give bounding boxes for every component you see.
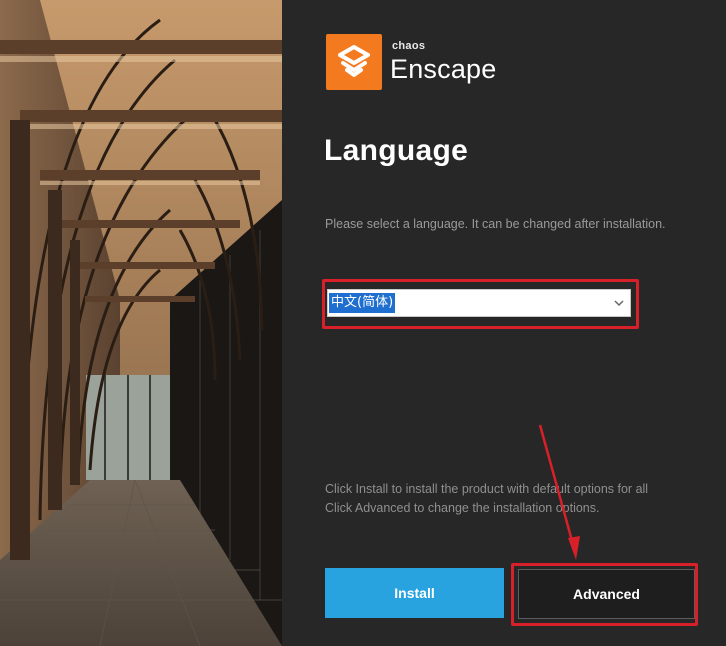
product-name: Enscape bbox=[390, 54, 497, 84]
install-button[interactable]: Install bbox=[325, 568, 504, 618]
hero-image bbox=[0, 0, 282, 646]
company-name: chaos bbox=[392, 40, 426, 52]
chevron-down-icon[interactable] bbox=[612, 296, 626, 310]
install-info-line1: Click Install to install the product wit… bbox=[325, 482, 649, 496]
install-info: Click Install to install the product wit… bbox=[325, 480, 726, 518]
install-info-line2: Click Advanced to change the installatio… bbox=[325, 501, 600, 515]
enscape-logo-icon bbox=[326, 34, 382, 90]
brand-logo: chaos Enscape bbox=[326, 34, 526, 94]
advanced-button[interactable]: Advanced bbox=[518, 569, 695, 619]
corridor-illustration bbox=[0, 0, 282, 646]
language-select[interactable]: 中文(简体) bbox=[327, 289, 631, 317]
page-subtitle: Please select a language. It can be chan… bbox=[325, 217, 666, 231]
language-select-value: 中文(简体) bbox=[329, 293, 396, 313]
installer-panel: chaos Enscape Language Please select a l… bbox=[282, 0, 726, 646]
page-title: Language bbox=[324, 134, 469, 167]
